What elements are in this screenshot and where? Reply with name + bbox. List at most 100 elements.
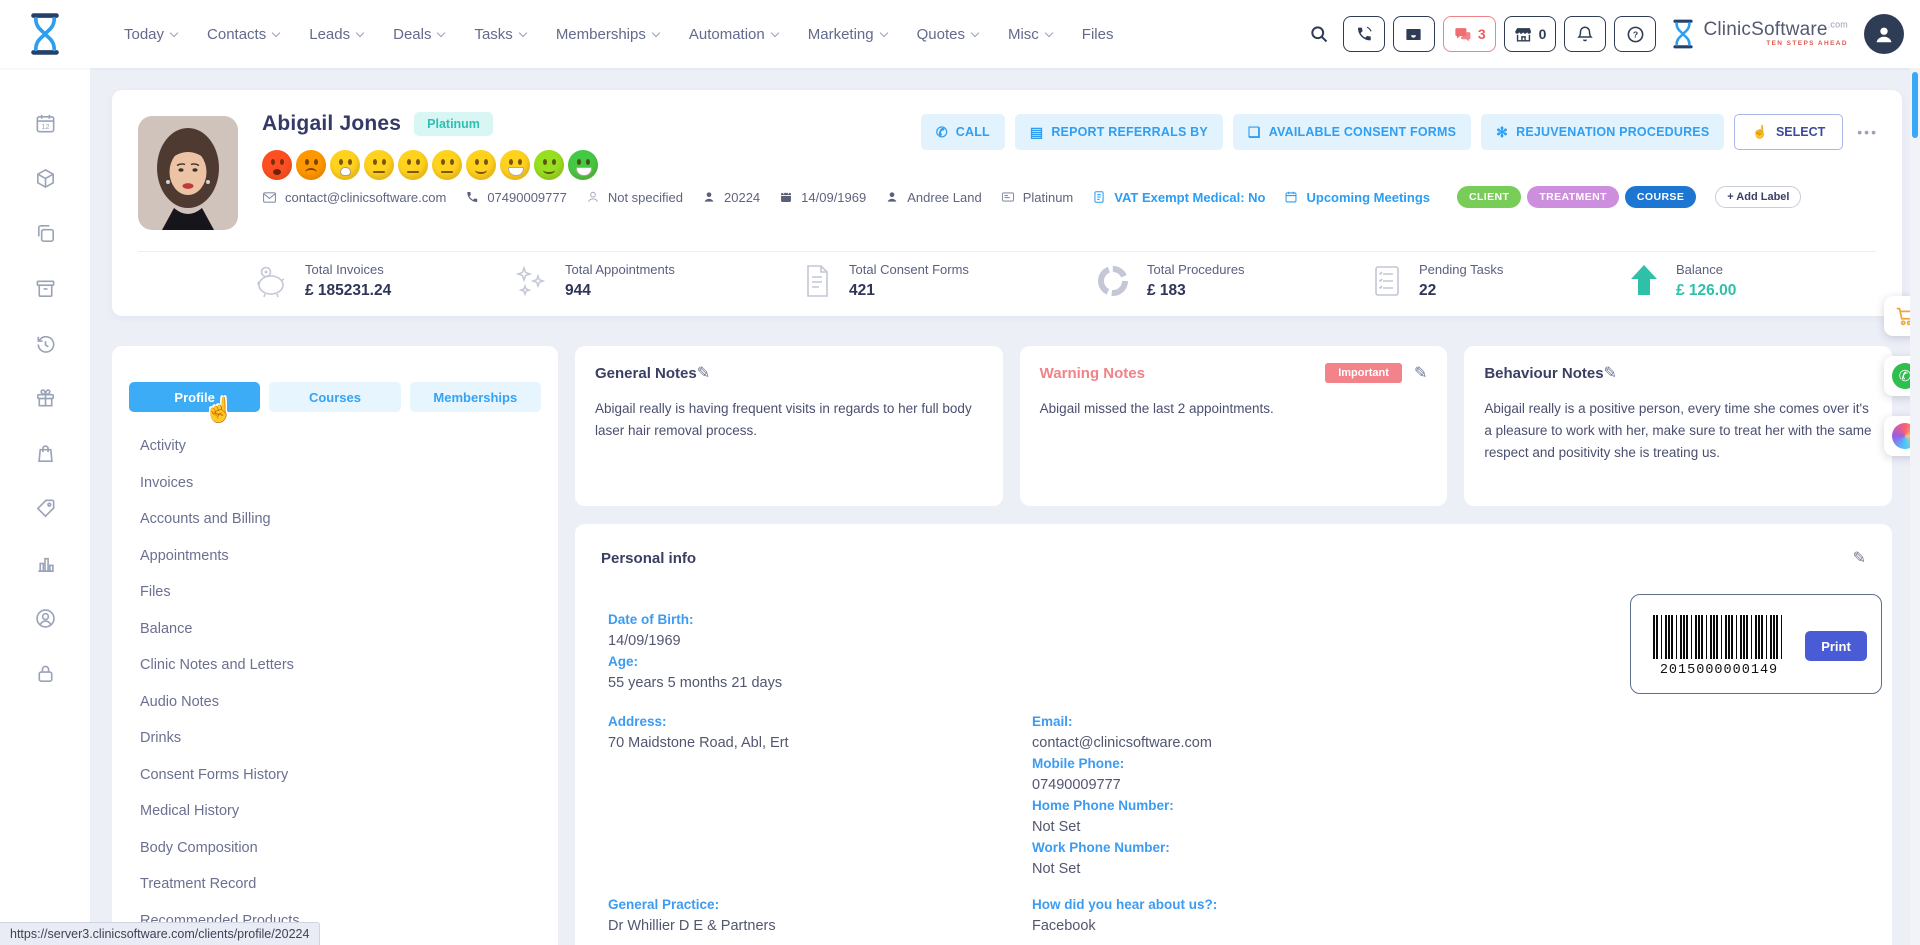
field-date-of-birth: Date of Birth:14/09/1969	[608, 612, 789, 654]
search-icon[interactable]	[1309, 24, 1329, 44]
nav-item[interactable]: Tasks	[474, 26, 525, 43]
mood-face[interactable]	[330, 150, 360, 180]
print-barcode-button[interactable]: Print	[1805, 631, 1867, 661]
profile-menu-item[interactable]: Drinks	[140, 720, 558, 757]
field-hear-about-us: How did you hear about us?:Facebook	[1032, 897, 1217, 939]
personal-info-left-column: Date of Birth:14/09/1969 Age:55 years 5 …	[608, 612, 789, 939]
mood-face[interactable]	[568, 150, 598, 180]
person-icon	[885, 190, 899, 204]
note-text: Abigail really is a positive person, eve…	[1484, 398, 1872, 464]
mood-face[interactable]	[296, 150, 326, 180]
contact-phone[interactable]: 07490009777	[465, 190, 567, 205]
stat-total-consent-forms: Total Consent Forms421	[800, 262, 1094, 300]
profile-menu-item[interactable]: Medical History	[140, 793, 558, 830]
scrollbar-thumb[interactable]	[1912, 72, 1918, 138]
package-icon[interactable]	[34, 167, 57, 190]
bell-icon	[1576, 25, 1594, 43]
client-action-button[interactable]: ✆CALL	[921, 114, 1005, 150]
nav-item[interactable]: Today	[124, 26, 177, 43]
field-general-practice: General Practice:Dr Whillier D E & Partn…	[608, 897, 789, 939]
mood-face[interactable]	[398, 150, 428, 180]
pointer-icon: ☝	[1752, 125, 1768, 140]
mood-face[interactable]	[432, 150, 462, 180]
nav-item[interactable]: Quotes	[917, 26, 978, 43]
field-email: Email:contact@clinicsoftware.com	[1032, 714, 1217, 756]
edit-pencil-icon[interactable]: ✎	[1853, 548, 1866, 568]
archive-box-icon[interactable]	[34, 277, 57, 300]
main-nav: Today Contacts Leads Deals Tasks Members…	[124, 26, 1113, 43]
note-head: General Notes ✎	[595, 363, 983, 383]
profile-menu-item[interactable]: Treatment Record	[140, 866, 558, 903]
tab[interactable]: Memberships	[410, 382, 541, 412]
nav-item[interactable]: Files	[1082, 26, 1114, 43]
add-label-button[interactable]: + Add Label	[1715, 186, 1801, 208]
nav-item[interactable]: Contacts	[207, 26, 279, 43]
gift-icon[interactable]	[34, 387, 57, 410]
mood-face[interactable]	[500, 150, 530, 180]
client-action-button[interactable]: ✻REJUVENATION PROCEDURES	[1481, 114, 1724, 150]
label-pill[interactable]: CLIENT	[1457, 186, 1521, 208]
phone-call-button[interactable]	[1343, 16, 1385, 52]
client-action-button[interactable]: ▤REPORT REFERRALS BY	[1015, 114, 1223, 150]
lock-icon[interactable]	[34, 662, 57, 685]
edit-pencil-icon[interactable]: ✎	[697, 363, 710, 383]
nav-item[interactable]: Leads	[309, 26, 363, 43]
profile-menu-item[interactable]: Clinic Notes and Letters	[140, 647, 558, 684]
store-button[interactable]: 0	[1504, 16, 1557, 52]
help-button[interactable]: ?	[1614, 16, 1656, 52]
user-avatar[interactable]	[1864, 14, 1904, 54]
bar-chart-icon[interactable]	[34, 552, 57, 575]
copy-icon[interactable]	[34, 222, 57, 245]
mood-face[interactable]	[466, 150, 496, 180]
brand-hourglass-logo[interactable]	[0, 11, 90, 57]
contact-plan: Platinum	[1001, 190, 1074, 205]
history-icon[interactable]	[34, 332, 57, 355]
tab[interactable]: Profile	[129, 382, 260, 412]
edit-pencil-icon[interactable]: ✎	[1604, 363, 1617, 383]
nav-item[interactable]: Deals	[393, 26, 444, 43]
upcoming-meetings-link[interactable]: Upcoming Meetings	[1284, 190, 1430, 205]
mood-face[interactable]	[534, 150, 564, 180]
select-button[interactable]: ☝SELECT	[1734, 114, 1843, 150]
vat-exempt-link[interactable]: VAT Exempt Medical: No	[1092, 190, 1265, 205]
profile-menu-item[interactable]: Body Composition	[140, 830, 558, 867]
contact-gender: Not specified	[586, 190, 683, 205]
nav-item[interactable]: Misc	[1008, 26, 1052, 43]
storefront-icon	[1514, 25, 1533, 44]
nav-item[interactable]: Automation	[689, 26, 778, 43]
profile-menu-item[interactable]: Activity	[140, 428, 558, 465]
edit-pencil-icon[interactable]: ✎	[1414, 363, 1427, 383]
user-badge-icon[interactable]	[34, 607, 57, 630]
profile-menu-item[interactable]: Accounts and Billing	[140, 501, 558, 538]
scrollbar-track[interactable]	[1910, 68, 1920, 945]
nav-item[interactable]: Memberships	[556, 26, 659, 43]
inbox-button[interactable]	[1393, 16, 1435, 52]
label-pill[interactable]: TREATMENT	[1527, 186, 1619, 208]
svg-text:?: ?	[1633, 29, 1638, 39]
nav-item[interactable]: Marketing	[808, 26, 887, 43]
client-photo[interactable]	[138, 116, 238, 230]
mood-face[interactable]	[262, 150, 292, 180]
mood-face[interactable]	[364, 150, 394, 180]
profile-menu-item[interactable]: Consent Forms History	[140, 757, 558, 794]
tab[interactable]: Courses	[269, 382, 400, 412]
label-pill[interactable]: COURSE	[1625, 186, 1696, 208]
profile-menu-item[interactable]: Balance	[140, 611, 558, 648]
contact-email[interactable]: contact@clinicsoftware.com	[262, 190, 446, 205]
shopping-bag-icon[interactable]	[34, 442, 57, 465]
profile-menu-item[interactable]: Audio Notes	[140, 684, 558, 721]
action-label: CALL	[956, 125, 990, 139]
brand-logo[interactable]: ClinicSoftware.com TEN STEPS AHEAD	[1670, 18, 1848, 50]
tag-icon[interactable]	[34, 497, 57, 520]
action-label: REJUVENATION PROCEDURES	[1516, 125, 1709, 139]
profile-menu-item[interactable]: Files	[140, 574, 558, 611]
contact-row: contact@clinicsoftware.com 07490009777 N…	[262, 186, 1872, 208]
calendar-icon[interactable]: 12	[34, 112, 57, 135]
messages-button[interactable]: 3	[1443, 16, 1496, 52]
notifications-button[interactable]	[1564, 16, 1606, 52]
client-action-button[interactable]: ❏AVAILABLE CONSENT FORMS	[1233, 114, 1471, 150]
note-title: Behaviour Notes	[1484, 365, 1603, 382]
more-options-button[interactable]: •••	[1857, 124, 1878, 140]
profile-menu-item[interactable]: Appointments	[140, 538, 558, 575]
profile-menu-item[interactable]: Invoices	[140, 465, 558, 502]
